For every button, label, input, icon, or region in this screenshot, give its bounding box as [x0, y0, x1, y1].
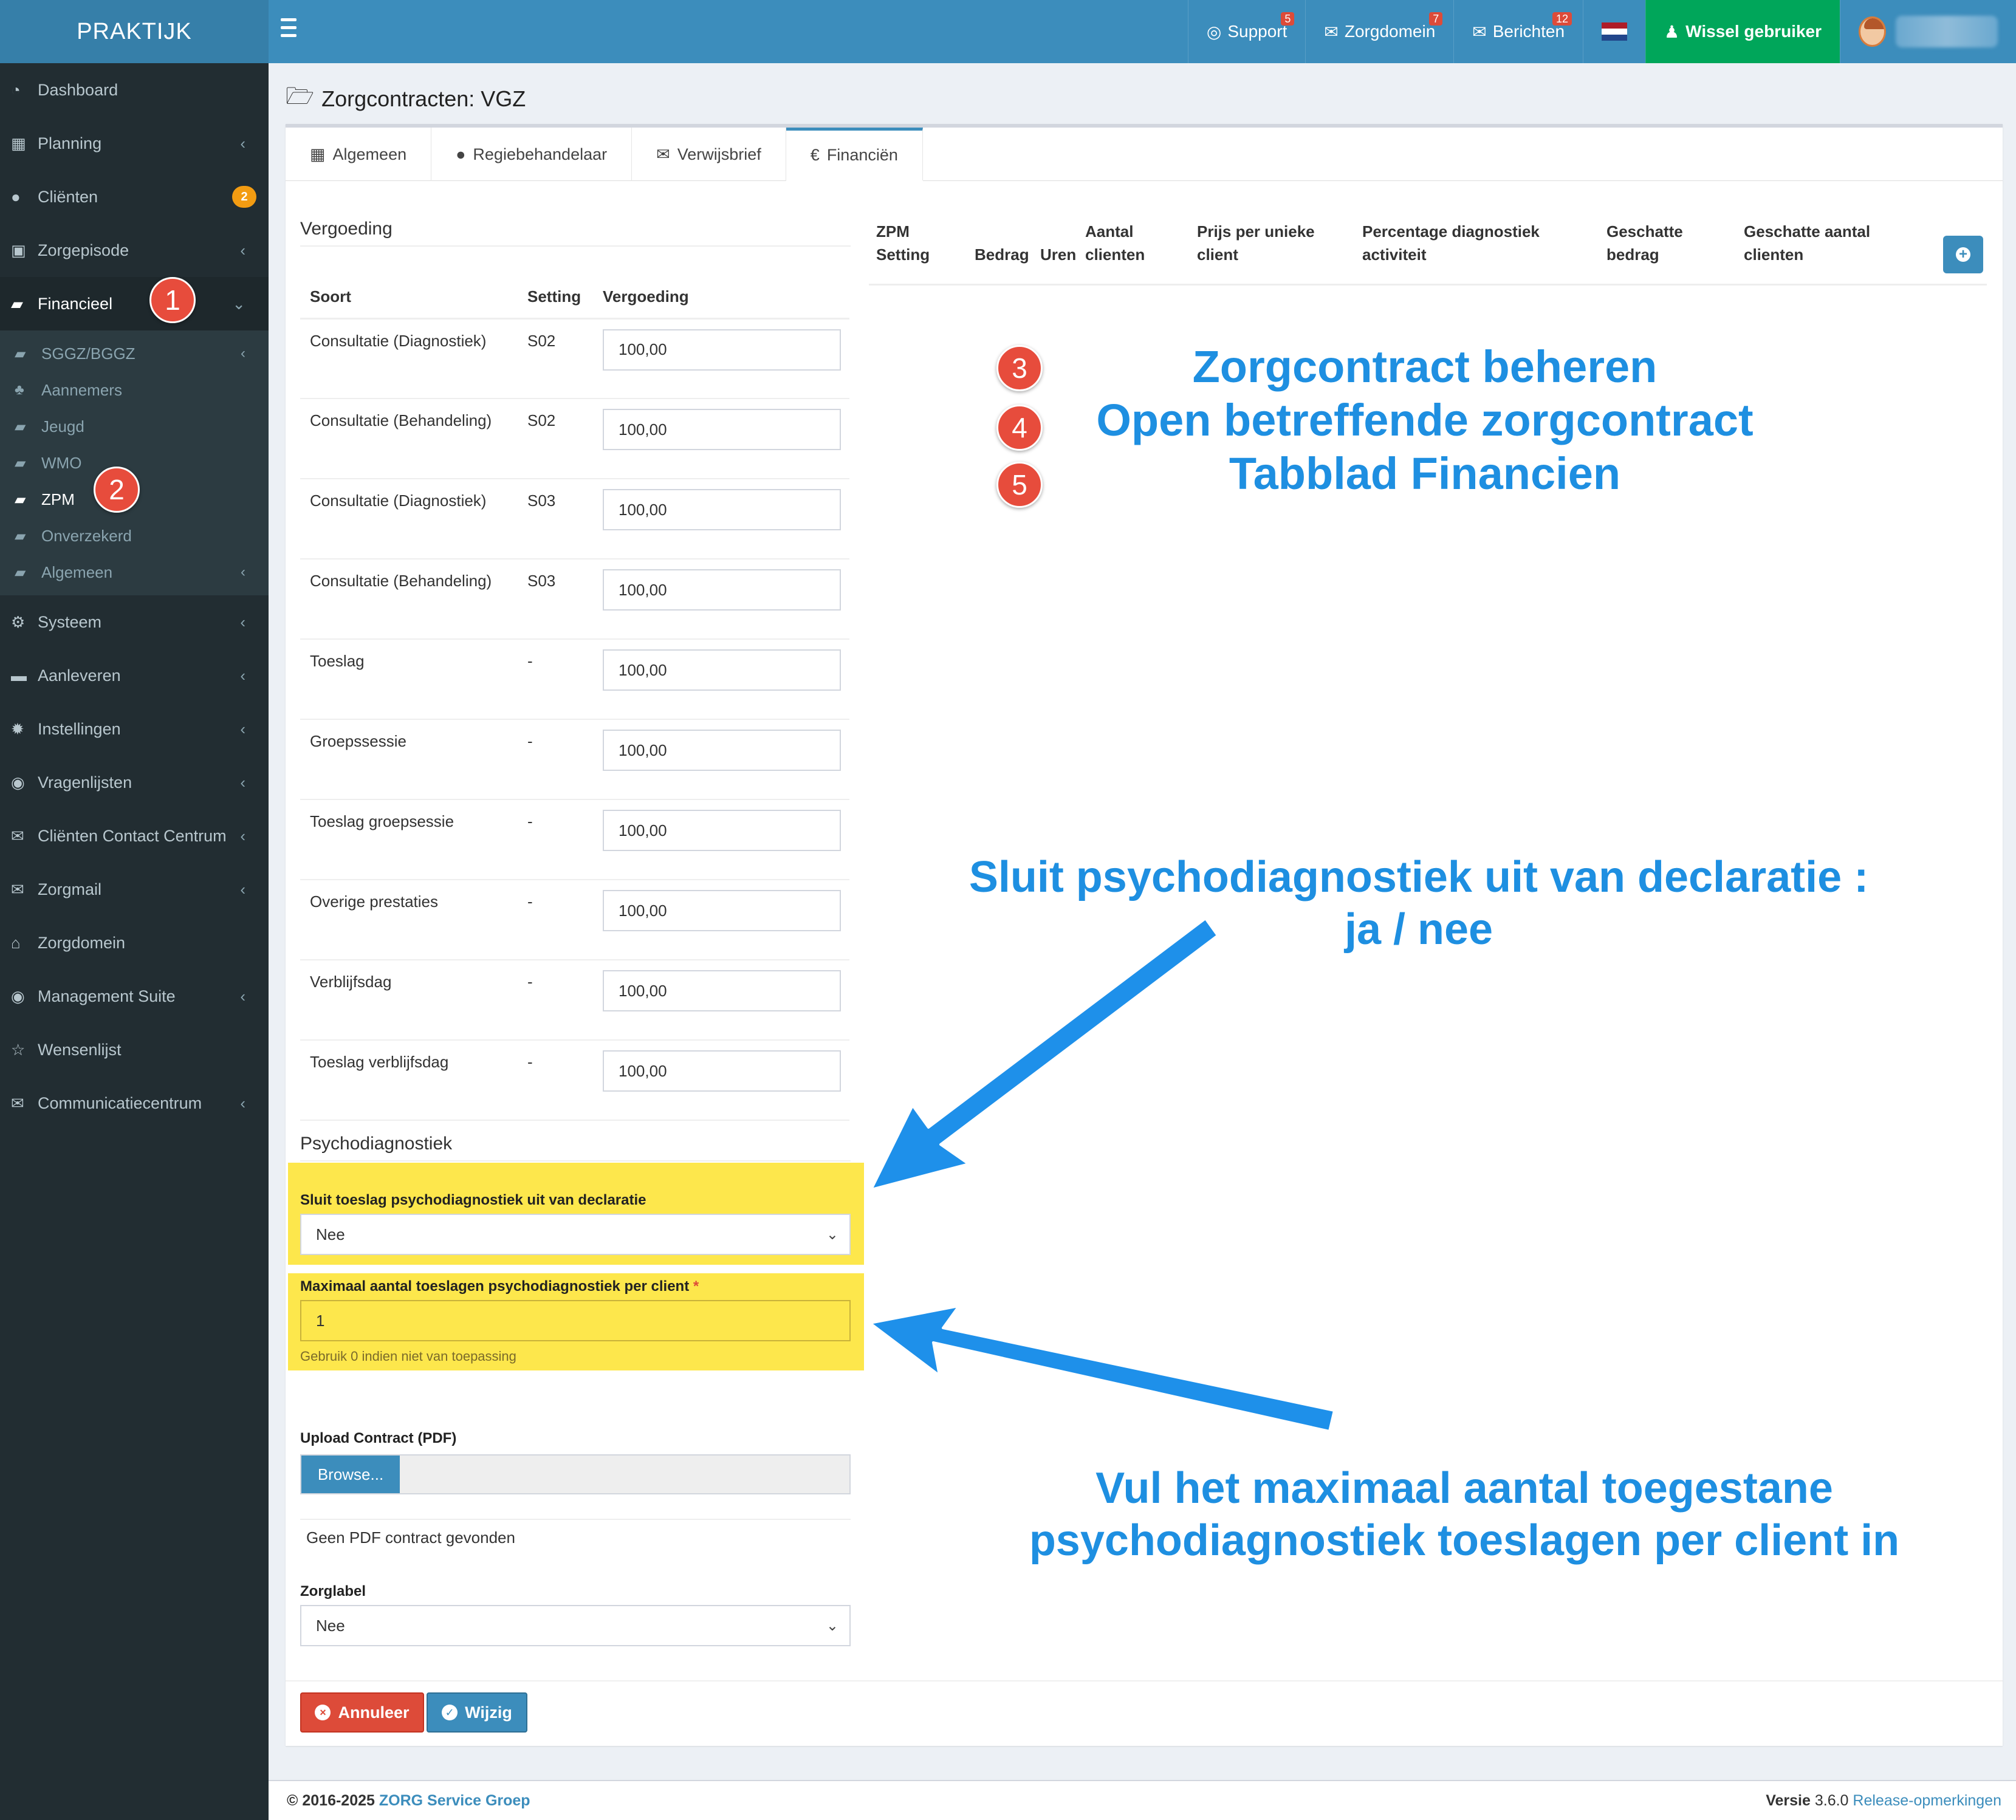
version-info: Versie 3.6.0 Release-opmerkingen	[1766, 1792, 2001, 1810]
copyright-text: © 2016-2025	[287, 1792, 375, 1809]
release-notes-link[interactable]: Release-opmerkingen	[1853, 1792, 2001, 1809]
company-link[interactable]: ZORG Service Groep	[379, 1792, 530, 1809]
version-number: 3.6.0	[1814, 1792, 1849, 1809]
annotation-arrows	[869, 917, 1335, 1432]
page-footer: © 2016-2025 ZORG Service Groep Versie 3.…	[269, 1780, 2016, 1820]
arrow-to-max-input	[869, 1305, 1335, 1432]
copyright: © 2016-2025 ZORG Service Groep	[287, 1792, 530, 1810]
version-label: Versie	[1766, 1792, 1811, 1809]
arrow-to-sluit-select	[870, 917, 1219, 1191]
